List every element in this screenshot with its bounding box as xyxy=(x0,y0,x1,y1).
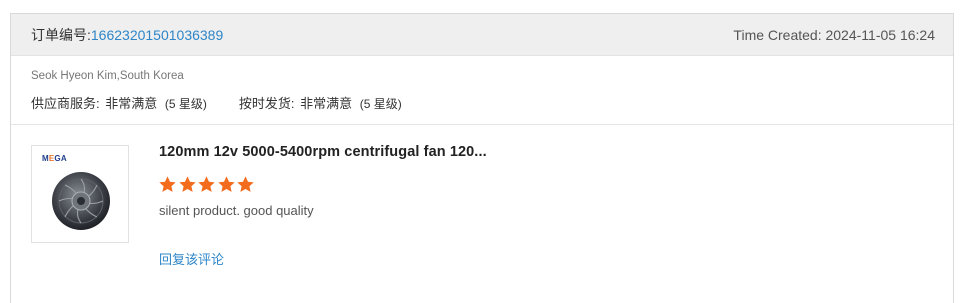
review-comment: silent product. good quality xyxy=(159,203,314,218)
product-thumbnail[interactable]: MEGA xyxy=(31,145,129,243)
star-icon xyxy=(178,176,196,192)
brand-logo: MEGA xyxy=(42,154,67,163)
rating-value: 非常满意 xyxy=(300,96,353,111)
rating-on-time-delivery: 按时发货: 非常满意 (5 星级) xyxy=(239,93,402,112)
order-number-label: 订单编号: xyxy=(31,26,91,43)
rating-level: (5 星级) xyxy=(164,97,207,111)
star-icon xyxy=(198,176,215,192)
star-icon xyxy=(217,176,235,192)
order-number-link[interactable]: 16623201501036389 xyxy=(91,27,223,43)
star-icon xyxy=(159,176,176,192)
rating-supplier-service: 供应商服务: 非常满意 (5 星级) xyxy=(31,93,207,112)
order-number-group: 订单编号:16623201501036389 xyxy=(31,25,223,45)
buyer-name-country: Seok Hyeon Kim,South Korea xyxy=(31,70,184,82)
reply-to-review-link[interactable]: 回复该评论 xyxy=(159,249,224,268)
rating-label: 供应商服务: xyxy=(31,96,100,111)
rating-label: 按时发货: xyxy=(238,96,295,111)
product-review: MEGA 120mm 12v 5000-5400rpm centrifugal … xyxy=(11,125,953,295)
seller-ratings: 供应商服务: 非常满意 (5 星级) 按时发货: 非常满意 (5 星级) xyxy=(31,93,953,112)
rating-value: 非常满意 xyxy=(105,96,158,111)
buyer-section: Seok Hyeon Kim,South Korea 供应商服务: 非常满意 (… xyxy=(11,56,953,125)
star-icon xyxy=(237,176,254,192)
rating-level: (5 星级) xyxy=(359,97,402,111)
review-star-rating xyxy=(158,175,256,194)
order-header: 订单编号:16623201501036389 Time Created: 202… xyxy=(11,14,953,56)
time-created: Time Created: 2024-11-05 16:24 xyxy=(733,26,935,43)
product-title-link[interactable]: 120mm 12v 5000-5400rpm centrifugal fan 1… xyxy=(159,144,487,160)
centrifugal-fan-image xyxy=(52,172,110,230)
order-review-card: 订单编号:16623201501036389 Time Created: 202… xyxy=(10,13,954,303)
